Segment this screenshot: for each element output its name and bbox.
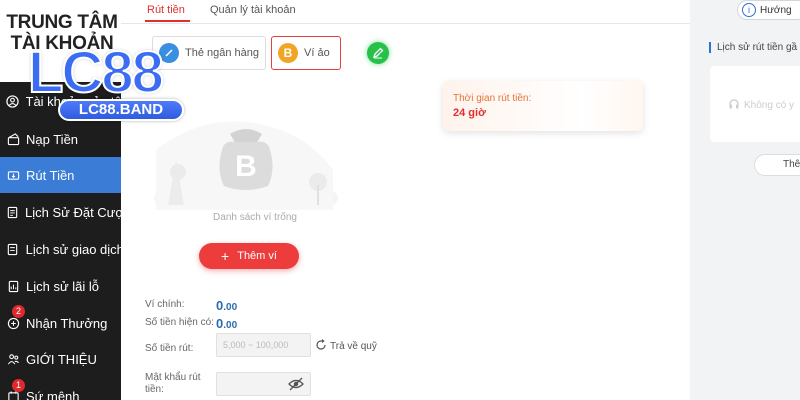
- tab-bar: Rút tiền Quản lý tài khoản: [121, 0, 690, 24]
- sidebar-item-label: Lịch sử giao dịch: [25, 241, 121, 257]
- sidebar-item-label: Nhận Thưởng: [26, 315, 108, 331]
- chart-icon: [6, 279, 20, 293]
- withdraw-amount-label: Số tiền rút:: [145, 343, 194, 354]
- gift-icon: [6, 316, 20, 330]
- no-data-message: Không có y: [728, 98, 794, 113]
- sidebar-item-label: Lịch sử lãi lỗ: [26, 278, 100, 294]
- guide-label: Hướng: [760, 4, 792, 16]
- sidebar-item-label: Rút Tiền: [26, 167, 75, 183]
- info-icon: i: [742, 3, 756, 17]
- sidebar-item-referral[interactable]: GIỚI THIỆU: [0, 341, 121, 377]
- add-wallet-label: Thêm ví: [237, 250, 277, 262]
- eye-off-icon[interactable]: [288, 377, 304, 399]
- no-data-label: Không có y: [744, 100, 795, 111]
- withdraw-time-card: Thời gian rút tiền: 24 giờ: [443, 81, 643, 131]
- withdraw-page: TRUNG TÂM TÀI KHOẢN Tài khoản của tôi Nạ…: [0, 0, 800, 400]
- rewards-badge: 2: [12, 305, 25, 318]
- method-label: Ví ảo: [304, 47, 330, 59]
- bitcoin-icon: B: [278, 43, 298, 63]
- sidebar-item-profit-history[interactable]: Lịch sử lãi lỗ: [0, 268, 121, 304]
- brand-logo: LC88 LC88.BAND: [22, 40, 194, 124]
- withdraw-icon: [6, 168, 20, 182]
- current-balance-value: 0.00: [216, 316, 237, 331]
- withdraw-password-input[interactable]: [216, 372, 311, 396]
- logo-text: LC88: [27, 40, 165, 105]
- method-label: Thẻ ngân hàng: [185, 47, 260, 59]
- refresh-icon: [315, 339, 327, 354]
- user-icon: [6, 94, 20, 108]
- mission-badge: 1: [12, 379, 25, 392]
- withdraw-amount-input[interactable]: 5,000 ~ 100,000: [216, 333, 311, 357]
- tab-account-management[interactable]: Quản lý tài khoản: [210, 4, 296, 16]
- sidebar-item-label: GIỚI THIỆU: [26, 351, 97, 367]
- wallet-icon: [6, 132, 20, 146]
- sidebar-item-bet-history[interactable]: Lịch Sử Đặt Cược: [0, 194, 121, 230]
- receipt-icon: [6, 242, 20, 256]
- guide-button[interactable]: i Hướng: [737, 0, 800, 20]
- main-wallet-label: Ví chính:: [145, 299, 185, 310]
- method-crypto-wallet[interactable]: B Ví ảo: [271, 36, 341, 70]
- sidebar-title-line1: TRUNG TÂM: [6, 12, 118, 33]
- tab-withdraw[interactable]: Rút tiền: [147, 4, 185, 16]
- return-to-fund-button[interactable]: Trả về quỹ: [315, 339, 377, 354]
- sidebar-item-transaction-history[interactable]: Lịch sử giao dịch: [0, 231, 121, 267]
- share-icon: [6, 352, 20, 366]
- plus-icon: +: [221, 248, 230, 264]
- logo-badge: LC88.BAND: [58, 99, 184, 121]
- return-to-fund-label: Trả về quỹ: [330, 341, 377, 352]
- document-icon: [6, 205, 19, 219]
- current-balance-label: Số tiền hiện có:: [145, 317, 214, 328]
- empty-state-text: Danh sách ví trống: [213, 212, 297, 223]
- main-wallet-value: 0.00: [216, 298, 237, 313]
- sidebar-item-label: Sứ mệnh: [26, 388, 80, 400]
- headset-icon: [728, 98, 740, 113]
- withdraw-password-label: Mật khẩu rút tiền:: [145, 372, 201, 395]
- main-wallet-decimals: .00: [223, 302, 238, 313]
- sidebar-item-label: Nạp Tiền: [26, 131, 79, 147]
- withdraw-time-label: Thời gian rút tiền:: [453, 93, 532, 104]
- add-wallet-button[interactable]: + Thêm ví: [199, 243, 299, 269]
- right-panel: [690, 0, 800, 400]
- sidebar-item-withdraw[interactable]: Rút Tiền: [0, 157, 121, 193]
- sidebar-item-label: Lịch Sử Đặt Cược: [25, 204, 121, 220]
- view-more-button[interactable]: Thê: [754, 154, 800, 176]
- edit-icon[interactable]: [367, 42, 389, 64]
- sidebar-item-deposit[interactable]: Nạp Tiền: [0, 121, 121, 157]
- withdraw-history-card: Không có y: [710, 66, 800, 142]
- current-balance-decimals: .00: [223, 320, 238, 331]
- withdraw-history-title: Lịch sử rút tiền gầ: [709, 42, 797, 53]
- active-tab-indicator: [145, 20, 190, 22]
- svg-text:B: B: [235, 150, 257, 183]
- withdraw-time-value: 24 giờ: [453, 107, 486, 119]
